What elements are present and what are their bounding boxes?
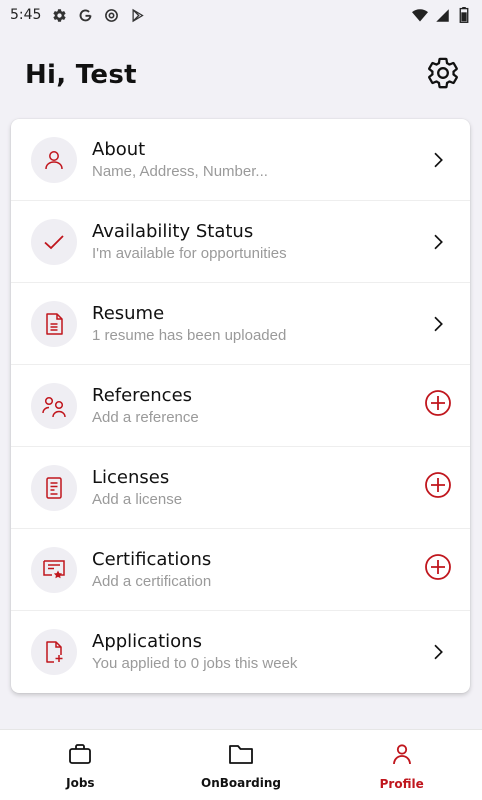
menu-item-availability-status[interactable]: Availability Status I'm available for op… — [11, 201, 470, 283]
menu-item-text: Resume 1 resume has been uploaded — [92, 303, 422, 345]
menu-item-title: Resume — [92, 302, 165, 324]
people-icon — [31, 382, 77, 429]
document-icon — [31, 300, 77, 347]
chevron-right-icon[interactable] — [422, 144, 454, 176]
chevron-right-icon[interactable] — [422, 308, 454, 340]
status-left: 5:45 — [10, 7, 145, 23]
menu-item-title: Applications — [92, 631, 202, 652]
briefcase-icon — [68, 743, 92, 770]
menu-item-text: References Add a reference — [92, 385, 422, 427]
wifi-icon — [412, 7, 428, 23]
menu-item-applications[interactable]: Applications You applied to 0 jobs this … — [11, 611, 470, 693]
license-icon — [31, 464, 77, 511]
certificate-icon — [31, 546, 77, 593]
menu-item-title: References — [92, 384, 193, 406]
menu-item-about[interactable]: About Name, Address, Number... — [11, 119, 470, 201]
menu-item-title: Licenses — [92, 466, 170, 488]
gear-icon — [426, 56, 460, 95]
status-bar: 5:45 — [0, 0, 482, 30]
google-g-icon — [77, 7, 93, 23]
menu-item-text: Certifications Add a certification — [92, 549, 422, 591]
file-add-icon — [31, 629, 77, 675]
plus-circle-icon — [424, 471, 452, 504]
menu-item-subtitle: Add a reference — [92, 408, 199, 426]
menu-item-text: About Name, Address, Number... — [92, 139, 422, 181]
nav-tab-onboarding[interactable]: OnBoarding — [161, 730, 322, 800]
chevron-right-icon[interactable] — [422, 636, 454, 668]
add-certification-button[interactable] — [422, 554, 454, 586]
plus-circle-icon — [424, 553, 452, 586]
profile-menu-card: About Name, Address, Number... Availabil… — [11, 119, 470, 693]
settings-button[interactable] — [425, 57, 461, 93]
menu-item-title: About — [92, 138, 146, 160]
status-right — [412, 7, 472, 23]
menu-item-certifications[interactable]: Certifications Add a certification — [11, 529, 470, 611]
gear-icon — [51, 7, 67, 23]
checkmark-icon — [31, 218, 77, 265]
nav-tab-jobs[interactable]: Jobs — [0, 730, 161, 800]
plus-circle-icon — [424, 389, 452, 422]
status-time: 5:45 — [10, 7, 42, 23]
chevron-right-icon[interactable] — [422, 226, 454, 258]
add-reference-button[interactable] — [422, 390, 454, 422]
bottom-nav: Jobs OnBoarding Profile — [0, 729, 482, 800]
menu-item-subtitle: You applied to 0 jobs this week — [92, 655, 298, 672]
menu-item-subtitle: I'm available for opportunities — [92, 244, 287, 262]
menu-item-text: Applications You applied to 0 jobs this … — [92, 631, 422, 673]
page-title: Hi, Test — [25, 60, 137, 90]
nav-label: Profile — [379, 776, 424, 791]
menu-item-subtitle: Name, Address, Number... — [92, 162, 268, 180]
nav-label: OnBoarding — [201, 775, 281, 790]
signal-icon — [434, 7, 450, 23]
person-icon — [390, 742, 414, 771]
at-sign-icon — [103, 7, 119, 23]
header: Hi, Test — [0, 50, 482, 100]
menu-item-subtitle: Add a license — [92, 490, 183, 508]
add-license-button[interactable] — [422, 472, 454, 504]
menu-item-references[interactable]: References Add a reference — [11, 365, 470, 447]
folder-icon — [228, 743, 254, 770]
menu-item-text: Licenses Add a license — [92, 467, 422, 509]
person-icon — [31, 136, 77, 183]
menu-item-subtitle: Add a certification — [92, 572, 212, 590]
menu-item-subtitle: 1 resume has been uploaded — [92, 326, 287, 344]
nav-label: Jobs — [66, 775, 95, 790]
menu-item-title: Availability Status — [92, 220, 254, 242]
menu-item-resume[interactable]: Resume 1 resume has been uploaded — [11, 283, 470, 365]
menu-item-title: Certifications — [92, 548, 212, 570]
menu-item-licenses[interactable]: Licenses Add a license — [11, 447, 470, 529]
menu-item-text: Availability Status I'm available for op… — [92, 221, 422, 263]
play-store-icon — [129, 7, 145, 23]
battery-icon — [456, 7, 472, 23]
nav-tab-profile[interactable]: Profile — [321, 730, 482, 800]
